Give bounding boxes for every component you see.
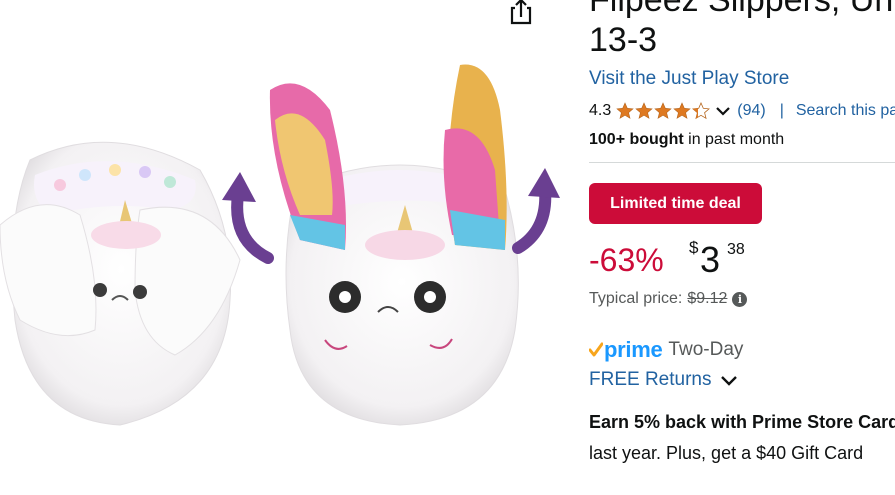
chevron-down-icon[interactable]	[720, 374, 738, 386]
free-returns-link[interactable]: FREE Returns	[589, 369, 711, 391]
price-whole: 3	[700, 239, 721, 280]
product-image[interactable]	[0, 0, 570, 490]
divider	[589, 162, 895, 163]
chevron-down-icon[interactable]	[715, 105, 731, 117]
search-page-link[interactable]: Search this page	[796, 102, 895, 120]
bought-count-bold: 100+ bought	[589, 131, 684, 148]
rating-count-link[interactable]: (94)	[737, 102, 765, 120]
star-rating[interactable]	[616, 102, 712, 120]
bought-count-rest: in past month	[683, 131, 785, 148]
stars-icon	[616, 102, 710, 119]
prime-logo: prime	[589, 337, 663, 363]
rating-row: 4.3 (94) | Search this page	[589, 100, 895, 122]
typical-price: Typical price: $9.12 i	[589, 290, 748, 308]
price-fraction: 38	[727, 241, 745, 258]
free-returns[interactable]: FREE Returns	[589, 369, 738, 391]
typical-price-label: Typical price:	[589, 290, 683, 307]
limited-time-deal-badge: Limited time deal	[589, 183, 762, 224]
unicorn-slippers-image	[0, 64, 560, 426]
prime-check-icon	[589, 342, 603, 357]
product-info-panel: Flipeez Slippers, Unicorn 13-3 Visit the…	[589, 0, 895, 490]
bought-count: 100+ bought in past month	[589, 131, 784, 149]
discount-percent: -63%	[589, 242, 664, 278]
rating-value: 4.3	[589, 102, 612, 119]
prime-delivery: prime Two-Day	[589, 337, 743, 363]
prime-word: prime	[604, 337, 663, 362]
separator: |	[779, 102, 784, 119]
earn-back-promo: Earn 5% back with Prime Store Card	[589, 412, 895, 432]
info-icon[interactable]: i	[732, 291, 748, 307]
product-title-continued: 13-3	[589, 21, 658, 59]
store-link[interactable]: Visit the Just Play Store	[589, 68, 789, 90]
two-day-label: Two-Day	[668, 339, 744, 360]
gift-card-promo: last year. Plus, get a $40 Gift Card	[589, 443, 864, 463]
price-currency: $	[689, 238, 699, 257]
share-icon[interactable]	[506, 0, 536, 28]
product-title: Flipeez Slippers, Unicorn	[589, 0, 895, 19]
typical-price-value: $9.12	[687, 290, 728, 307]
